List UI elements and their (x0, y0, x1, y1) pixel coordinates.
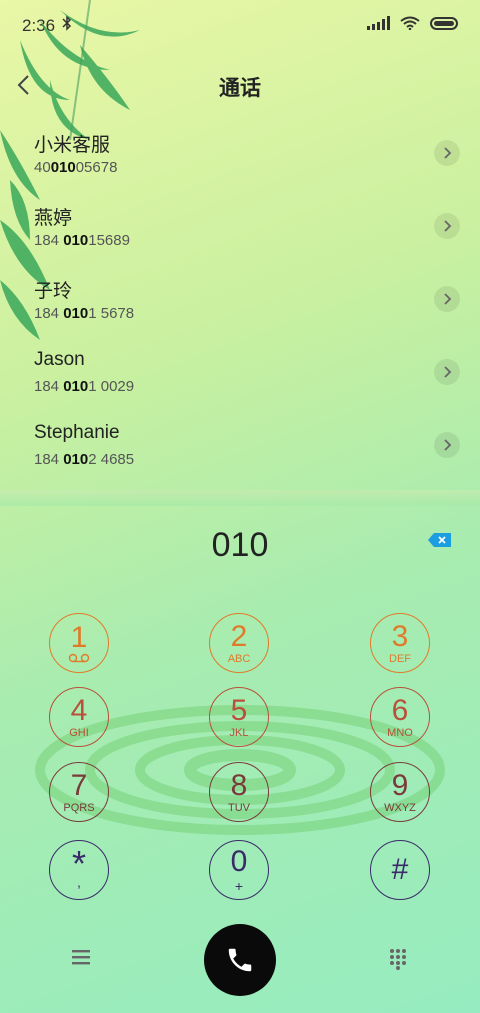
key-2[interactable]: 2 ABC (209, 613, 269, 673)
chevron-right-icon[interactable] (434, 140, 460, 166)
signal-icon (367, 16, 390, 30)
key-7[interactable]: 7 PQRS (49, 762, 109, 822)
contact-number: 4001005678 (34, 159, 118, 176)
list-item[interactable]: Stephanie 184 0102 4685 (0, 410, 480, 483)
chevron-right-icon[interactable] (434, 213, 460, 239)
key-1[interactable]: 1 (49, 613, 109, 673)
keypad-icon[interactable] (388, 948, 408, 970)
key-3[interactable]: 3 DEF (370, 613, 430, 673)
header: 通话 (0, 62, 480, 106)
key-0[interactable]: 0 + (209, 840, 269, 900)
backspace-icon[interactable] (428, 532, 452, 548)
list-item[interactable]: 小米客服 4001005678 (0, 118, 480, 191)
voicemail-icon (68, 653, 90, 663)
battery-icon (430, 16, 458, 30)
key-5[interactable]: 5 JKL (209, 687, 269, 747)
key-4[interactable]: 4 GHI (49, 687, 109, 747)
contact-name: Stephanie (34, 422, 120, 443)
chevron-right-icon[interactable] (434, 286, 460, 312)
list-item[interactable]: 子玲 184 0101 5678 (0, 264, 480, 337)
contact-name: 子玲 (34, 281, 73, 302)
key-6[interactable]: 6 MNO (370, 687, 430, 747)
contact-name: Jason (34, 349, 85, 370)
dialed-number: 010 (211, 526, 269, 564)
panel-divider (0, 490, 480, 506)
key-hash[interactable]: # (370, 840, 430, 900)
chevron-right-icon[interactable] (434, 432, 460, 458)
contact-number: 184 0101 5678 (34, 305, 135, 322)
contact-number: 184 01015689 (34, 232, 130, 249)
contact-name: 小米客服 (34, 135, 111, 156)
key-9[interactable]: 9 WXYZ (370, 762, 430, 822)
status-icons (367, 16, 458, 30)
menu-icon[interactable] (70, 948, 92, 966)
key-star[interactable]: * , (49, 840, 109, 900)
call-button[interactable] (204, 924, 276, 996)
list-item[interactable]: 燕婷 184 01015689 (0, 191, 480, 264)
key-8[interactable]: 8 TUV (209, 762, 269, 822)
wifi-icon (400, 16, 420, 30)
contact-list: 小米客服 4001005678 燕婷 184 01015689 子玲 184 0… (0, 118, 480, 483)
phone-icon (228, 948, 252, 972)
contact-number: 184 0101 0029 (34, 378, 135, 395)
contact-number: 184 0102 4685 (34, 451, 135, 468)
chevron-right-icon[interactable] (434, 359, 460, 385)
contact-name: 燕婷 (34, 208, 73, 229)
list-item[interactable]: Jason 184 0101 0029 (0, 337, 480, 410)
page-title: 通话 (219, 77, 261, 100)
